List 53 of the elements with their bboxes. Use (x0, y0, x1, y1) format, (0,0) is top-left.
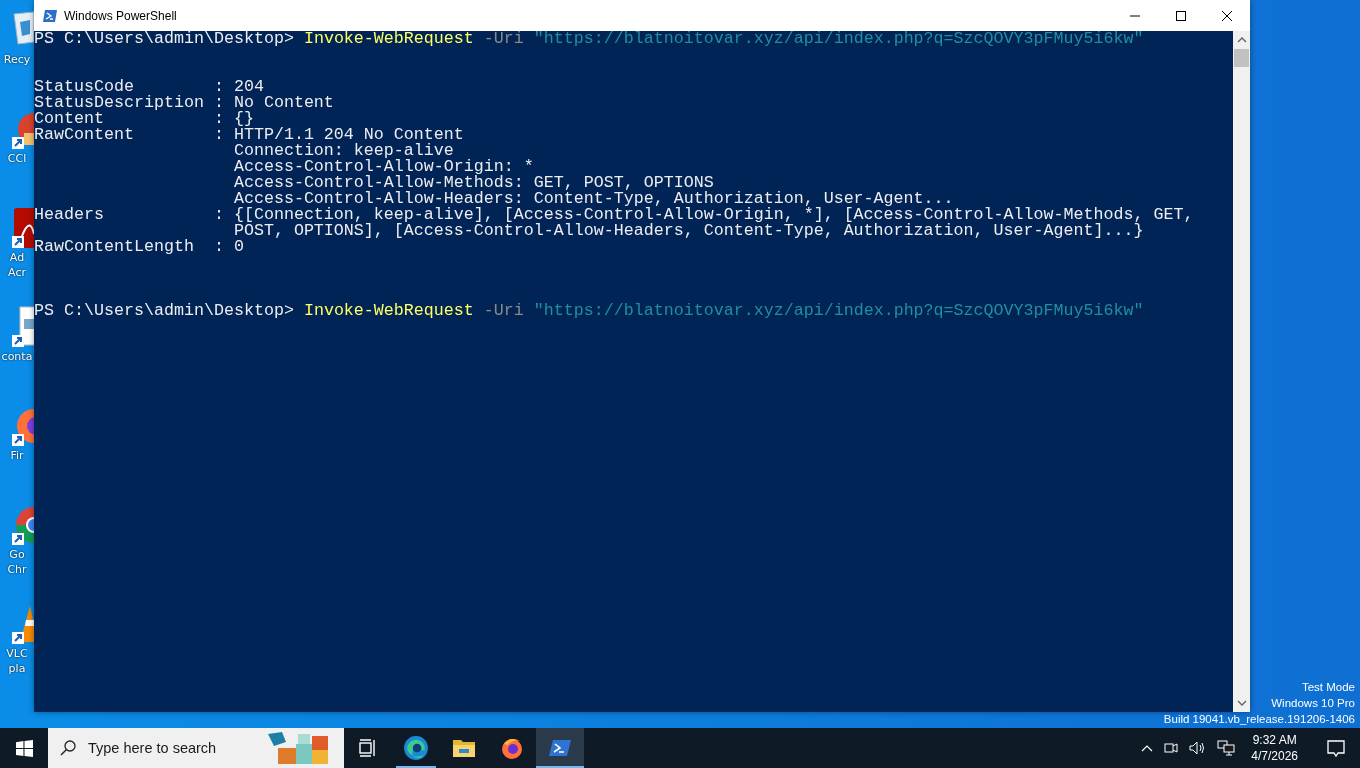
search-field[interactable]: Type here to search (48, 728, 344, 768)
task-view-icon (358, 738, 378, 758)
console-prompt: PS C:\Users\admin\Desktop> (34, 303, 294, 319)
console-cmdlet: Invoke-WebRequest (303, 31, 474, 47)
desktop-icon-label: Ad (9, 250, 25, 265)
scroll-down-icon[interactable] (1236, 700, 1247, 706)
powershell-taskbar-button[interactable] (536, 728, 584, 768)
desktop-icon-label: Fir (10, 448, 24, 463)
desktop-watermark-text: Test Mode (1301, 680, 1355, 695)
console-output-line: Access-Control-Allow-Origin: * (232, 159, 534, 175)
console-argument: "https://blatnoitovar.xyz/api/index.php?q=SzcQOVY3pFMuy5i6kw" (533, 31, 1144, 47)
browser-swirl-icon (403, 735, 429, 761)
maximize-icon (1176, 10, 1186, 21)
show-hidden-icons-icon[interactable] (1141, 744, 1154, 752)
desktop-icon-label: CCl (7, 151, 27, 166)
console-output-line: RawContent : HTTP/1.1 204 No Content (34, 127, 464, 143)
console-output-line: RawContentLength : 0 (34, 239, 244, 255)
search-icon (60, 740, 76, 756)
console-prompt: PS C:\Users\admin\Desktop> (34, 31, 294, 47)
windows-logo-icon (15, 739, 33, 757)
scroll-up-icon[interactable] (1236, 37, 1247, 43)
firefox-icon (500, 736, 524, 760)
console-argument: "https://blatnoitovar.xyz/api/index.php?q=SzcQOVY3pFMuy5i6kw" (533, 303, 1144, 319)
close-icon (1222, 10, 1232, 21)
console-output-line: Headers : {[Connection, keep-alive], [Access-Control-Allow-Origin, *], [Access-Control-Allow-Methods, GET, (34, 207, 1194, 223)
desktop-icon-label: pla (8, 661, 26, 676)
console-output-line: StatusDescription : No Content (34, 95, 334, 111)
console-cmdlet: Invoke-WebRequest (303, 303, 474, 319)
taskbar-clock[interactable]: 9:32 AM 4/7/2026 (1245, 732, 1304, 764)
console-output-line: Content : {} (34, 111, 254, 127)
desktop-watermark-text: Windows 10 Pro (1271, 696, 1355, 711)
desktop-icon-label: Acr (8, 265, 26, 280)
notifications-icon[interactable] (1326, 738, 1346, 758)
console-parameter: -Uri (483, 31, 524, 47)
console-output-line: StatusCode : 204 (34, 79, 264, 95)
console-parameter: -Uri (483, 303, 524, 319)
console-output-line: POST, OPTIONS], [Access-Control-Allow-Headers, Content-Type, Authorization, User-Agent]...} (232, 223, 1144, 239)
console-output-line: Access-Control-Allow-Headers: Content-Type, Authorization, User-Agent... (232, 191, 954, 207)
desktop-icon-label: Chr (7, 562, 27, 577)
desktop-icon-label: Recy (3, 52, 31, 67)
console-output-line: Access-Control-Allow-Methods: GET, POST, OPTIONS (232, 175, 714, 191)
desktop-watermark-text: Build 19041.vb_release.191206-1406 (1163, 712, 1355, 727)
vertical-scrollbar[interactable] (1233, 31, 1250, 712)
desktop-icon-label: conta (1, 349, 33, 364)
puzzle-icon (268, 732, 330, 764)
window-title: Windows PowerShell (64, 8, 177, 23)
desktop-icon-label: VLC (6, 646, 28, 661)
powershell-icon (42, 7, 58, 24)
desktop-icon-label: Go (9, 547, 25, 562)
console-output-line: Connection: keep-alive (232, 143, 454, 159)
scrollbar-thumb[interactable] (1234, 49, 1249, 67)
camera-icon[interactable] (1163, 740, 1180, 756)
network-icon[interactable] (1217, 740, 1236, 756)
